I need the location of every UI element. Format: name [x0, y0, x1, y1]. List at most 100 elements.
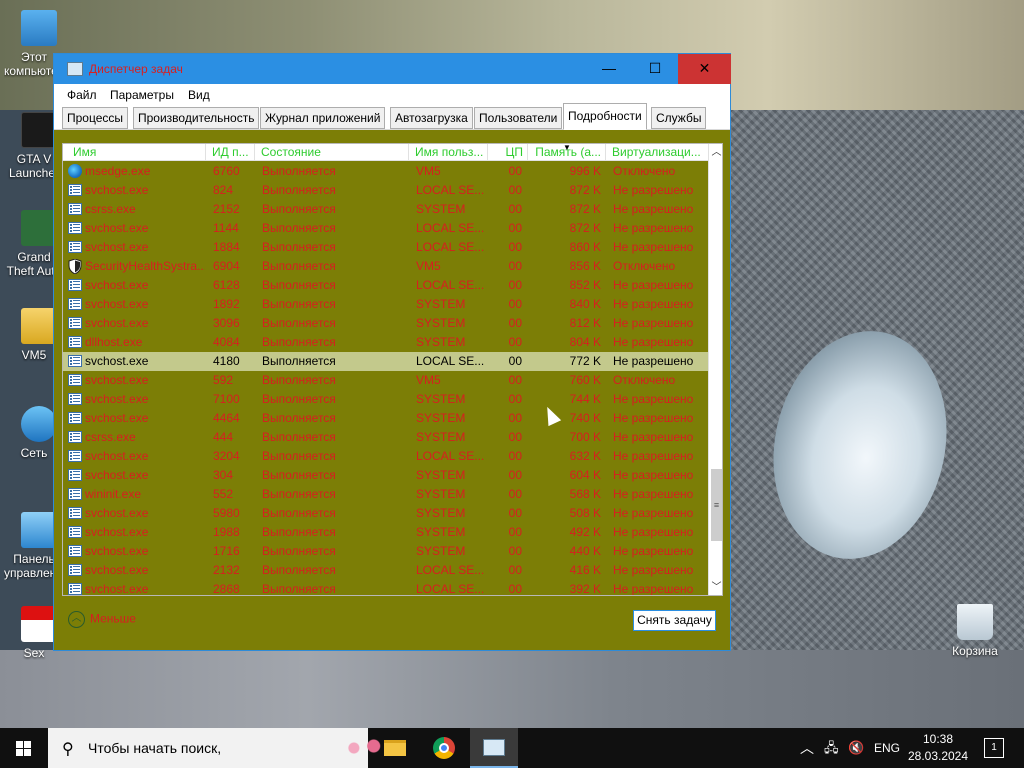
control-panel-icon [21, 512, 57, 548]
cell-cpu: 00 [508, 449, 522, 463]
clock-time: 10:38 [922, 732, 954, 746]
scroll-down-icon[interactable]: ﹀ [709, 579, 722, 595]
column-header-pid[interactable]: ИД п... [206, 144, 255, 161]
clock[interactable]: 10:38 28.03.2024 [900, 731, 976, 765]
table-row[interactable]: svchost.exe 2868 Выполняется LOCAL SE... 00 3… [63, 580, 708, 596]
taskbar-file-explorer[interactable] [370, 728, 418, 768]
end-task-button[interactable]: Снять задачу [633, 610, 716, 631]
table-row[interactable]: svchost.exe 1892 Выполняется SYSTEM 00 840 K Н… [63, 295, 708, 314]
title-bar[interactable]: Диспетчер задач — ☐ ✕ [54, 54, 731, 84]
cell-virtualization: Не разрешено [613, 525, 694, 539]
table-row[interactable]: svchost.exe 304 Выполняется SYSTEM 00 604 K Не… [63, 466, 708, 485]
cell-virtualization: Отключено [613, 259, 676, 273]
maximize-button[interactable]: ☐ [632, 54, 678, 84]
tab-startup[interactable]: Автозагрузка [390, 107, 473, 129]
table-row[interactable]: msedge.exe 6760 Выполняется VM5 00 996 K Отклю… [63, 162, 708, 181]
process-icon [68, 374, 82, 386]
table-row[interactable]: dllhost.exe 4084 Выполняется SYSTEM 00 804 K Н… [63, 333, 708, 352]
table-row[interactable]: svchost.exe 1884 Выполняется LOCAL SE... 00 8… [63, 238, 708, 257]
windows-logo-icon [16, 741, 23, 748]
cell-status: Выполняется [262, 411, 336, 425]
tab-app-history[interactable]: Журнал приложений [260, 107, 386, 129]
cell-status: Выполняется [262, 278, 336, 292]
tab-performance[interactable]: Производительность [133, 107, 260, 129]
task-manager-window: Диспетчер задач — ☐ ✕ Файл Параметры Вид… [53, 53, 731, 651]
cell-virtualization: Не разрешено [613, 487, 694, 501]
cell-cpu: 00 [508, 373, 522, 387]
tab-bar: Процессы Производительность Журнал прило… [54, 103, 730, 130]
table-row[interactable]: svchost.exe 3096 Выполняется SYSTEM 00 812 K Н… [63, 314, 708, 333]
cell-cpu: 00 [508, 297, 522, 311]
table-row[interactable]: svchost.exe 5980 Выполняется SYSTEM 00 508 K Н… [63, 504, 708, 523]
column-header-name[interactable]: Имя [63, 144, 206, 161]
cell-name: svchost.exe [85, 411, 149, 425]
taskbar: ⚲ Чтобы начать поиск, ︿ 🖧 🔇 ENG 10:38 28… [0, 728, 1024, 768]
table-row[interactable]: csrss.exe 444 Выполняется SYSTEM 00 700 K Не р… [63, 428, 708, 447]
table-row[interactable]: svchost.exe 2132 Выполняется LOCAL SE... 00 4… [63, 561, 708, 580]
table-row[interactable]: svchost.exe 4464 Выполняется SYSTEM 00 740 K Н… [63, 409, 708, 428]
menu-options[interactable]: Параметры [110, 88, 174, 102]
cell-user: SYSTEM [416, 202, 466, 216]
cell-cpu: 00 [508, 240, 522, 254]
column-header-user[interactable]: Имя польз... [409, 144, 488, 161]
table-row[interactable]: wininit.exe 552 Выполняется SYSTEM 00 568 K Не… [63, 485, 708, 504]
fewer-details-button[interactable]: ︿ Меньше [68, 611, 136, 628]
start-button[interactable] [0, 728, 48, 768]
cell-name: svchost.exe [85, 582, 149, 596]
cell-cpu: 00 [508, 392, 522, 406]
volume-muted-icon[interactable]: 🔇 [848, 728, 864, 768]
search-box[interactable]: ⚲ Чтобы начать поиск, [48, 728, 410, 768]
cell-virtualization: Не разрешено [613, 506, 694, 520]
close-button[interactable]: ✕ [678, 54, 731, 84]
cell-status: Выполняется [262, 316, 336, 330]
gta-launcher-icon [21, 112, 57, 148]
taskbar-chrome[interactable] [420, 728, 468, 768]
cell-memory: 440 K [569, 544, 601, 558]
menu-file[interactable]: Файл [67, 88, 97, 102]
cell-virtualization: Не разрешено [613, 202, 694, 216]
shield-icon [68, 258, 82, 275]
notification-center-icon[interactable]: 1 [984, 738, 1004, 758]
table-row[interactable]: csrss.exe 2152 Выполняется SYSTEM 00 872 K Не … [63, 200, 708, 219]
table-row[interactable]: svchost.exe 1988 Выполняется SYSTEM 00 492 K Н… [63, 523, 708, 542]
cell-user: SYSTEM [416, 392, 466, 406]
column-header-cpu[interactable]: ЦП [488, 144, 528, 161]
minimize-button[interactable]: — [586, 54, 632, 84]
cell-cpu: 00 [508, 278, 522, 292]
cell-name: svchost.exe [85, 373, 149, 387]
table-row[interactable]: svchost.exe 7100 Выполняется SYSTEM 00 744 K Н… [63, 390, 708, 409]
desktop-icon-recycle-bin[interactable]: Корзина [940, 604, 1010, 658]
network-tray-icon[interactable]: 🖧 [824, 728, 839, 768]
cell-user: SYSTEM [416, 544, 466, 558]
scroll-thumb[interactable]: ≡ [711, 469, 722, 541]
cell-memory: 872 K [569, 183, 601, 197]
cell-name: svchost.exe [85, 506, 149, 520]
table-row[interactable]: svchost.exe 3204 Выполняется LOCAL SE... 00 6… [63, 447, 708, 466]
table-row[interactable]: SecurityHealthSystra... 6904 Выполняется VM… [63, 257, 708, 276]
table-row[interactable]: svchost.exe 1716 Выполняется SYSTEM 00 440 K Н… [63, 542, 708, 561]
cell-memory: 760 K [569, 373, 601, 387]
tab-users[interactable]: Пользователи [474, 107, 563, 129]
cell-name: msedge.exe [85, 164, 151, 178]
cell-virtualization: Не разрешено [613, 354, 694, 368]
column-header-status[interactable]: Состояние [255, 144, 409, 161]
tab-services[interactable]: Службы [651, 107, 707, 129]
table-row[interactable]: svchost.exe 4180 Выполняется LOCAL SE... 00 7… [63, 352, 708, 371]
scroll-up-icon[interactable]: ︿ [709, 144, 722, 161]
column-header-virtualization[interactable]: Виртуализаци... [606, 144, 708, 161]
menu-view[interactable]: Вид [188, 88, 210, 102]
table-row[interactable]: svchost.exe 6128 Выполняется LOCAL SE... 00 8… [63, 276, 708, 295]
cell-virtualization: Не разрешено [613, 544, 694, 558]
cell-pid: 304 [213, 468, 234, 482]
language-indicator[interactable]: ENG [874, 728, 900, 768]
tab-processes[interactable]: Процессы [62, 107, 129, 129]
taskbar-task-manager[interactable] [470, 728, 518, 768]
show-hidden-icons[interactable]: ︿ [800, 728, 814, 768]
cell-pid: 4464 [213, 411, 240, 425]
vertical-scrollbar[interactable]: ︿ ≡ ﹀ [708, 144, 722, 595]
cell-status: Выполняется [262, 506, 336, 520]
table-row[interactable]: svchost.exe 824 Выполняется LOCAL SE... 00 87… [63, 181, 708, 200]
tab-details[interactable]: Подробности [563, 103, 647, 130]
table-row[interactable]: svchost.exe 1144 Выполняется LOCAL SE... 00 8… [63, 219, 708, 238]
table-row[interactable]: svchost.exe 592 Выполняется VM5 00 760 K Отклю… [63, 371, 708, 390]
